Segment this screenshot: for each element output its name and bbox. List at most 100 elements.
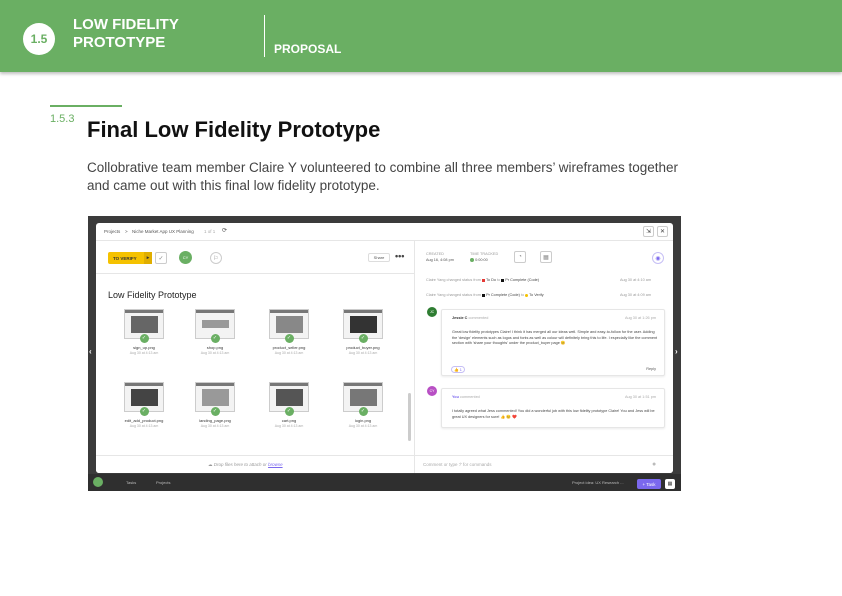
comment-input[interactable]: Comment or type '/' for commands <box>423 462 492 467</box>
subsection-label: PROPOSAL <box>274 42 342 56</box>
activity-from: To Do <box>486 278 496 282</box>
page-counter: 1 of 1 <box>204 229 216 234</box>
comment-action: commented <box>468 316 489 320</box>
file-name: product_buyer.png <box>346 345 380 350</box>
status-color-swatch <box>482 293 486 297</box>
refresh-icon[interactable]: ⟳ <box>222 227 227 234</box>
status-next-icon[interactable]: ▸ <box>144 252 152 264</box>
time-tracked-value: 0:00:00 <box>470 258 488 262</box>
file-name: shop.png <box>206 345 224 350</box>
watchers-icon[interactable]: ◔ <box>514 251 526 263</box>
file-thumb[interactable]: ✓ landing_page.png Aug 30 at 4:13 am <box>186 382 244 428</box>
author-name: Jessie C <box>452 316 468 320</box>
created-value: Aug 16, 4:08 pm <box>426 258 454 262</box>
comment-author: You commented <box>452 395 480 399</box>
status-color-swatch <box>501 278 505 282</box>
file-date: Aug 30 at 4:13 am <box>129 424 159 428</box>
time-tracked-text: 0:00:00 <box>475 258 488 262</box>
check-icon: ✓ <box>139 334 149 343</box>
footer-item[interactable]: Project idea: UX Research ... <box>572 480 624 485</box>
file-thumb[interactable]: ✓ edit_add_product.png Aug 30 at 4:13 am <box>115 382 173 428</box>
attachments-title: Low Fidelity Prototype <box>108 290 197 300</box>
emoji-icon[interactable]: ● <box>652 461 656 468</box>
file-thumb[interactable]: ✓ sign_up.png Aug 30 at 4:13 am <box>115 309 173 355</box>
activity-text: Claire Yang changed status from <box>426 293 481 297</box>
file-date: Aug 30 at 4:13 am <box>129 351 159 355</box>
file-name: login.png <box>354 418 372 423</box>
footer-item[interactable]: Tasks <box>126 480 136 485</box>
reply-link[interactable]: Reply <box>646 367 656 371</box>
activity-text: Claire Yang changed status from <box>426 278 481 282</box>
status-button[interactable]: TO VERIFY ▸ <box>108 252 152 264</box>
view-icon[interactable]: ◉ <box>652 252 664 264</box>
file-date: Aug 30 at 4:13 am <box>274 351 304 355</box>
file-thumb[interactable]: ✓ login.png Aug 30 at 4:13 am <box>334 382 392 428</box>
footer-bar: Tasks Projects Project idea: UX Research… <box>88 474 681 491</box>
commenter-avatar: JC <box>427 307 437 317</box>
workspace-avatar[interactable] <box>93 477 103 487</box>
comment-body: I totally agreed what Jess commented! Yo… <box>452 409 655 419</box>
intro-paragraph: Collobrative team member Claire Y volunt… <box>87 160 679 193</box>
activity-item: Claire Yang changed status from Pr Compl… <box>426 293 544 297</box>
activity-to-word: to <box>497 278 501 282</box>
comment-card: Jessie C commented Aug 30 at 1:26 pm Gre… <box>441 309 665 376</box>
page-title: Final Low Fidelity Prototype <box>87 117 381 142</box>
share-label: Share <box>373 255 385 260</box>
file-name: product_seller.png <box>272 345 306 350</box>
complete-check-icon[interactable]: ✓ <box>155 252 167 264</box>
comment-action: commented <box>459 395 480 399</box>
drop-text: Drop files here to attach or <box>213 462 267 467</box>
breadcrumb-separator: > <box>125 229 128 234</box>
file-thumb[interactable]: ✓ product_buyer.png Aug 30 at 4:13 am <box>334 309 392 355</box>
status-color-swatch <box>525 293 529 297</box>
breadcrumb-list[interactable]: Niche Market App UX Planning <box>132 229 194 234</box>
file-date: Aug 30 at 4:13 am <box>274 424 304 428</box>
minimize-icon[interactable]: ⇲ <box>643 226 654 237</box>
priority-flag-icon[interactable]: ⚐ <box>210 252 222 264</box>
breadcrumb-projects[interactable]: Projects <box>104 229 120 234</box>
check-icon: ✓ <box>284 407 294 416</box>
check-icon: ✓ <box>358 407 368 416</box>
activity-item: Claire Yang changed status from To Do to… <box>426 278 539 282</box>
file-thumb[interactable]: ✓ product_seller.png Aug 30 at 4:13 am <box>260 309 318 355</box>
more-options-icon[interactable]: ••• <box>395 251 404 261</box>
check-icon: ✓ <box>284 334 294 343</box>
status-label: TO VERIFY <box>113 255 137 261</box>
apps-grid-icon[interactable]: ▦ <box>665 479 675 489</box>
assignee-avatar[interactable]: CY <box>179 251 192 264</box>
file-thumb[interactable]: ✓ shop.png Aug 30 at 4:13 am <box>186 309 244 355</box>
activity-to: To Verify <box>529 293 544 297</box>
task-screenshot: ‹ › Projects > Niche Market App UX Plann… <box>88 216 681 491</box>
section-title: LOW FIDELITY PROTOTYPE <box>73 16 179 51</box>
activity-from: Pr Complete (Code) <box>486 293 520 297</box>
bottom-divider <box>414 456 415 473</box>
calendar-icon[interactable]: ▦ <box>540 251 552 263</box>
file-date: Aug 30 at 4:13 am <box>348 351 378 355</box>
check-icon: ✓ <box>358 334 368 343</box>
share-button[interactable]: Share <box>368 253 390 262</box>
timer-play-icon[interactable] <box>470 258 474 262</box>
add-task-button[interactable]: + Task <box>637 479 661 489</box>
author-name: You <box>452 395 459 399</box>
close-icon[interactable]: ✕ <box>657 226 668 237</box>
comment-time: Aug 30 at 1:51 pm <box>624 395 656 399</box>
browse-link[interactable]: browse <box>268 462 283 467</box>
header-divider <box>264 15 265 57</box>
activity-time: Aug 30 at 4:10 am <box>620 278 652 282</box>
pane-divider <box>414 241 415 455</box>
breadcrumb: Projects > Niche Market App UX Planning … <box>96 223 673 241</box>
activity-to-word: to <box>520 293 525 297</box>
section-number-badge: 1.5 <box>23 23 55 55</box>
scrollbar[interactable] <box>408 393 411 441</box>
bottom-bar: ☁ Drop files here to attach or browse Co… <box>96 455 673 473</box>
next-arrow-icon[interactable]: › <box>675 347 678 356</box>
check-icon: ✓ <box>210 334 220 343</box>
activity-time: Aug 30 at 4:09 am <box>620 293 652 297</box>
file-date: Aug 30 at 4:13 am <box>200 351 230 355</box>
drop-zone[interactable]: ☁ Drop files here to attach or browse <box>208 462 283 468</box>
footer-item[interactable]: Projects <box>156 480 170 485</box>
file-thumb[interactable]: ✓ cart.png Aug 30 at 4:13 am <box>260 382 318 428</box>
file-name: landing_page.png <box>199 418 231 423</box>
prev-arrow-icon[interactable]: ‹ <box>89 347 92 356</box>
reaction-badge[interactable]: 👍 1 <box>451 366 465 373</box>
